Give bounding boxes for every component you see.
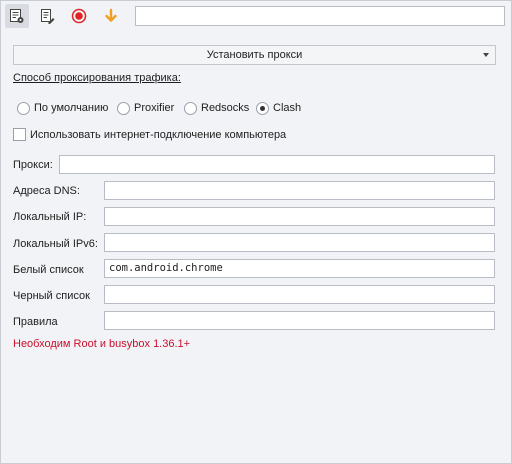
radio-proxifier-label: Proxifier <box>134 102 175 114</box>
local-ipv6-input[interactable] <box>104 233 495 252</box>
radio-clash-label: Clash <box>273 102 302 114</box>
whitelist-input[interactable]: com.android.chrome <box>104 259 495 278</box>
proxy-action-dropdown[interactable]: Установить прокси <box>13 45 496 65</box>
record-icon <box>71 8 87 24</box>
rules-input[interactable] <box>104 311 495 330</box>
dns-input[interactable] <box>104 181 495 200</box>
settings-doc-button[interactable] <box>5 4 29 28</box>
download-button[interactable] <box>99 4 123 28</box>
toolbar <box>1 1 511 31</box>
whitelist-label: Белый список <box>13 264 84 276</box>
radio-proxifier[interactable]: Proxifier <box>117 100 174 116</box>
proxy-settings-panel: Установить прокси Способ проксирования т… <box>0 0 512 464</box>
use-computer-internet-checkbox[interactable] <box>13 128 26 141</box>
dropdown-label: Установить прокси <box>206 49 303 61</box>
edit-doc-icon <box>41 9 55 24</box>
toolbar-input[interactable] <box>135 6 505 26</box>
radio-proxifier-circle[interactable] <box>117 101 130 115</box>
rules-label: Правила <box>13 316 58 328</box>
chevron-down-icon <box>483 53 489 57</box>
proxy-input[interactable] <box>59 155 495 174</box>
blacklist-input[interactable] <box>104 285 495 304</box>
settings-doc-icon <box>10 9 24 23</box>
radio-redsocks-label: Redsocks <box>201 102 250 114</box>
blacklist-label: Черный список <box>13 290 90 302</box>
use-computer-internet-label: Использовать интернет-подключение компью… <box>30 128 287 141</box>
local-ip-label: Локальный IP: <box>13 211 87 223</box>
dns-label: Адреса DNS: <box>13 185 80 197</box>
record-button[interactable] <box>67 4 91 28</box>
radio-default-label: По умолчанию <box>34 102 109 114</box>
edit-doc-button[interactable] <box>35 4 59 28</box>
download-arrow-icon <box>105 8 117 22</box>
radio-redsocks[interactable]: Redsocks <box>184 100 249 116</box>
radio-default-circle[interactable] <box>17 101 30 115</box>
radio-clash-circle[interactable] <box>256 101 269 115</box>
proxy-label: Прокси: <box>13 159 53 171</box>
root-required-warning: Необходим Root и busybox 1.36.1+ <box>13 338 191 350</box>
use-computer-internet-checkbox-row[interactable]: Использовать интернет-подключение компью… <box>13 128 286 141</box>
local-ip-input[interactable] <box>104 207 495 226</box>
radio-redsocks-circle[interactable] <box>184 101 197 115</box>
traffic-method-label: Способ проксирования трафика: <box>13 72 181 84</box>
local-ipv6-label: Локальный IPv6: <box>13 238 98 250</box>
radio-clash[interactable]: Clash <box>256 100 301 116</box>
radio-default[interactable]: По умолчанию <box>17 100 108 116</box>
